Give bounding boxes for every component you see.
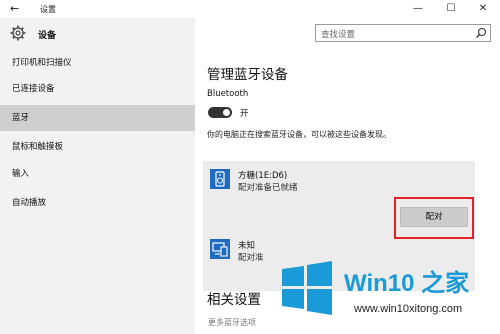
speaker-icon [210,169,230,189]
device-icon [210,239,230,259]
page-section-title: 设备 [38,31,57,41]
sidebar-item-printers[interactable]: 打印机和扫描仪 [0,50,195,76]
sidebar-item-bluetooth[interactable]: 蓝牙 [0,105,195,131]
watermark-title: Win10 之家 [344,270,470,297]
minimize-button[interactable]: — [403,1,433,17]
device-status: 配对准 [238,253,264,263]
discovery-status-text: 你的电脑正在搜索蓝牙设备，可以被这些设备发现。 [207,130,391,139]
header-right: 查找设置 [195,18,500,50]
device-status: 配对准备已就绪 [238,183,298,193]
sidebar-item-typing[interactable]: 输入 [0,161,195,187]
window-title: 设置 [40,5,56,14]
device-name: 方糖(1E:D6) [238,171,288,181]
more-bluetooth-options-link[interactable]: 更多蓝牙选项 [208,317,256,328]
maximize-button[interactable]: ☐ [436,1,466,17]
gear-icon [10,25,26,41]
bluetooth-label: Bluetooth [207,89,249,99]
header-left: 设备 [0,18,195,50]
search-placeholder: 查找设置 [321,30,356,40]
sidebar: 打印机和扫描仪 已连接设备 蓝牙 鼠标和触摸板 输入 自动播放 [0,50,195,334]
sidebar-item-autoplay[interactable]: 自动播放 [0,190,195,216]
watermark: Win10 之家 www.win10xitong.com [272,255,500,334]
watermark-url: www.win10xitong.com [354,303,463,315]
device-name: 未知 [238,241,256,251]
search-icon[interactable] [475,27,487,39]
search-input[interactable]: 查找设置 [315,24,491,42]
windows-logo-icon [282,261,332,315]
sidebar-item-mouse-touchpad[interactable]: 鼠标和触摸板 [0,134,195,160]
page-title: 管理蓝牙设备 [207,67,288,83]
title-bar: ← 设置 — ☐ ✕ [0,0,500,18]
toggle-state-label: 开 [240,109,249,119]
related-settings-title: 相关设置 [207,292,261,308]
highlight-box [394,197,474,239]
back-arrow-icon[interactable]: ← [10,2,19,15]
toggle-knob [223,109,230,116]
sidebar-item-connected-devices[interactable]: 已连接设备 [0,76,195,102]
bluetooth-toggle[interactable] [208,107,232,118]
close-button[interactable]: ✕ [468,1,498,17]
